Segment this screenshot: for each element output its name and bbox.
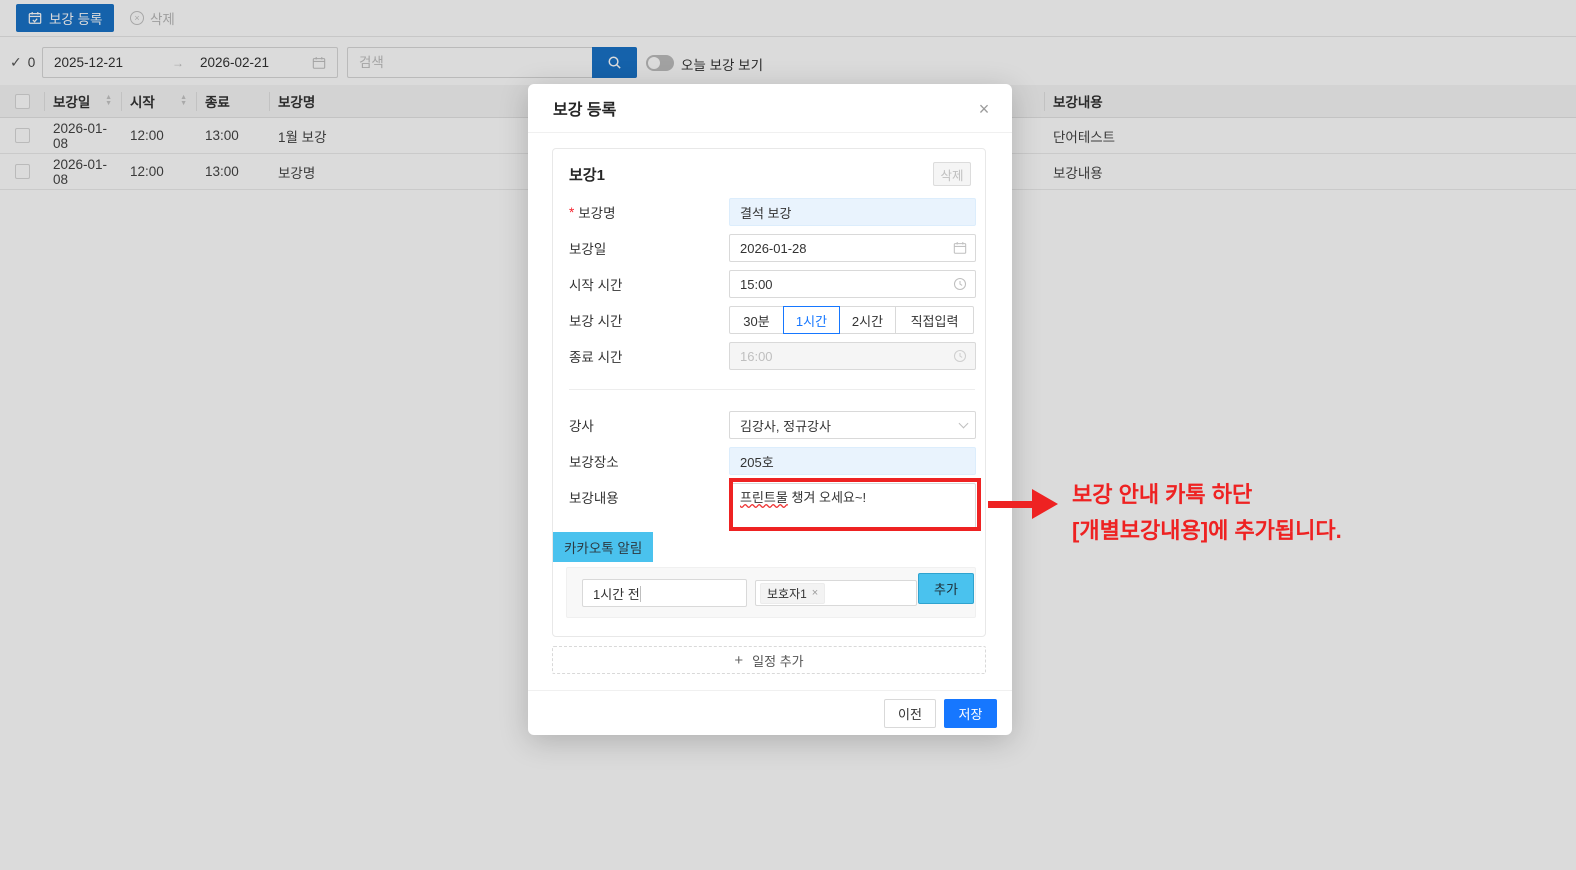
- name-field-label: * 보강명: [569, 204, 616, 222]
- recipient-tag: 보호자1 ×: [760, 582, 826, 604]
- duration-option-30min[interactable]: 30분: [729, 306, 784, 334]
- date-field[interactable]: 2026-01-28: [729, 234, 976, 262]
- section-divider: [569, 389, 975, 390]
- kakao-notification-label: 카카오톡 알림: [553, 532, 654, 562]
- annotation-highlight-box: [729, 478, 981, 531]
- duration-option-2hour[interactable]: 2시간: [839, 306, 896, 334]
- plus-icon: +: [734, 651, 744, 669]
- kakao-recipient-input[interactable]: 보호자1 ×: [755, 580, 917, 606]
- calendar-icon: [953, 241, 967, 255]
- duration-label: 보강 시간: [569, 314, 623, 329]
- duration-radio-group: 30분 1시간 2시간 직접입력: [729, 306, 976, 334]
- modal-footer: 이전 저장: [528, 690, 1012, 735]
- annotation-text-line1: 보강 안내 카톡 하단: [1072, 482, 1253, 507]
- place-field[interactable]: 205호: [729, 447, 976, 475]
- makeup-register-modal: 보강 등록 × 보강1 삭제 * 보강명 결석 보강 보강일 2026-01-2…: [528, 84, 1012, 735]
- place-label: 보강장소: [569, 455, 619, 470]
- end-time-field: 16:00: [729, 342, 976, 370]
- annotation-arrow-head: [1032, 489, 1058, 519]
- save-button[interactable]: 저장: [944, 698, 997, 728]
- name-field[interactable]: 결석 보강: [729, 198, 976, 226]
- clock-icon: [953, 277, 967, 291]
- section-delete-button[interactable]: 삭제: [933, 162, 971, 186]
- kakao-add-button[interactable]: 추가: [918, 573, 974, 604]
- close-icon[interactable]: ×: [971, 96, 997, 122]
- previous-button[interactable]: 이전: [884, 698, 936, 728]
- section-title: 보강1: [569, 167, 605, 184]
- screen: 보강 등록 × 삭제 ✓ 0 2025-12-21 → 2026-02-21 검…: [0, 0, 1576, 870]
- duration-option-1hour[interactable]: 1시간: [783, 306, 840, 334]
- kakao-notification-panel: 1시간 전 보호자1 × 추가: [566, 567, 976, 618]
- kakao-time-select[interactable]: 1시간 전: [582, 579, 747, 607]
- duration-option-custom[interactable]: 직접입력: [895, 306, 974, 334]
- teacher-label: 강사: [569, 419, 594, 434]
- teacher-select[interactable]: 김강사, 정규강사: [729, 411, 976, 439]
- date-field-label: 보강일: [569, 242, 607, 257]
- annotation-text-line2: [개별보강내용]에 추가됩니다.: [1072, 518, 1342, 543]
- modal-title: 보강 등록: [528, 84, 1012, 133]
- tag-remove-icon[interactable]: ×: [812, 587, 818, 599]
- makeup-section-card: 보강1 삭제 * 보강명 결석 보강 보강일 2026-01-28 시작 시간 …: [552, 148, 986, 637]
- annotation-arrow-line: [988, 501, 1034, 508]
- chevron-down-icon: [639, 585, 641, 602]
- chevron-down-icon: [958, 418, 969, 429]
- add-schedule-button[interactable]: + 일정 추가: [552, 646, 986, 674]
- start-time-field[interactable]: 15:00: [729, 270, 976, 298]
- required-asterisk: *: [569, 204, 575, 220]
- start-time-label: 시작 시간: [569, 278, 623, 293]
- content-label: 보강내용: [569, 491, 619, 506]
- clock-icon: [953, 349, 967, 363]
- end-time-label: 종료 시간: [569, 350, 623, 365]
